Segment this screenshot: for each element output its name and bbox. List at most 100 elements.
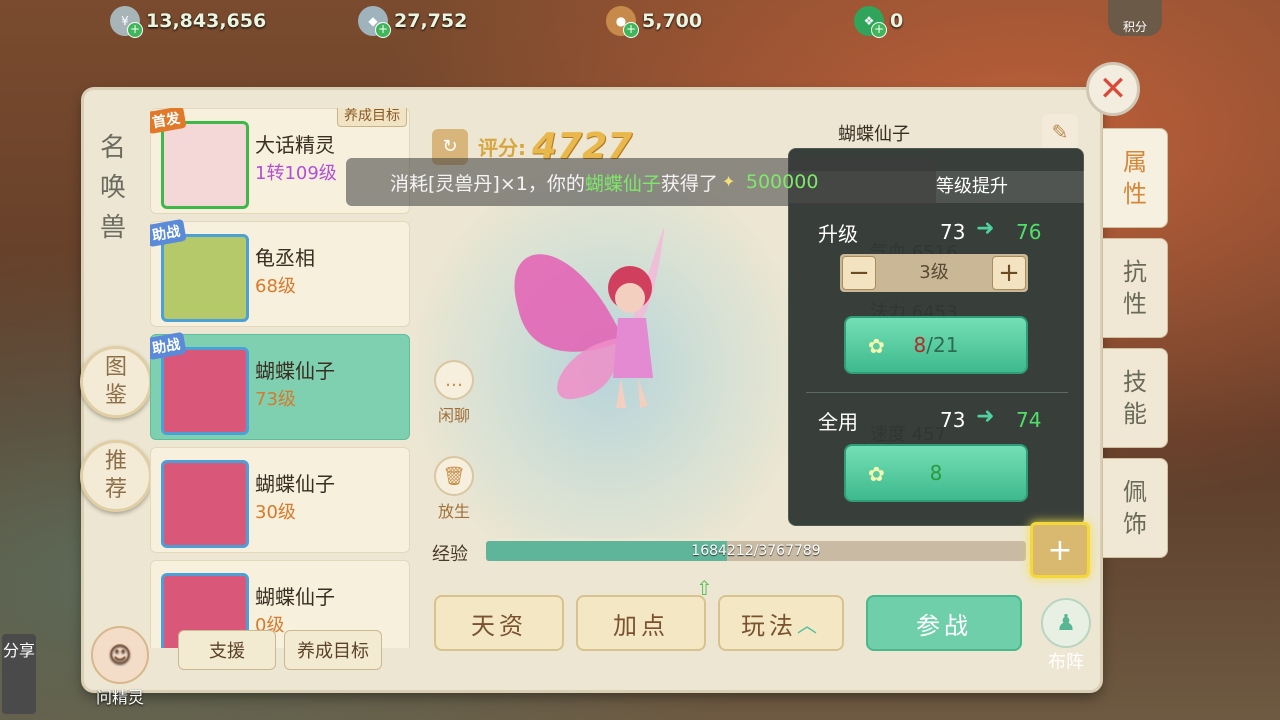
chat-icon: …	[434, 360, 474, 400]
ingot-value: 27,752	[394, 10, 468, 32]
tab-accessories[interactable]: 佩饰	[1102, 458, 1168, 558]
close-button[interactable]: ✕	[1086, 62, 1140, 116]
score-label: 评分:	[478, 136, 526, 160]
toast-amount: 500000	[745, 171, 819, 193]
battle-button[interactable]: 参战	[866, 595, 1022, 651]
arrow-right-icon: ➜	[976, 404, 995, 429]
plus-button[interactable]: +	[992, 256, 1026, 290]
tab-label: 饰	[1123, 510, 1147, 538]
pet-pill-icon: ✿	[868, 334, 885, 358]
popup-divider	[806, 392, 1068, 393]
tab-label: 能	[1123, 400, 1147, 428]
use-all-cost: 8	[929, 461, 943, 485]
goal-tag: 养成目标	[337, 108, 407, 127]
tab-label: 技	[1123, 368, 1147, 396]
pet-title: 蝴蝶仙子	[838, 124, 910, 145]
ingot-resource[interactable]: ◆ 27,752	[358, 6, 468, 38]
coin-value: 5,700	[642, 10, 703, 32]
pet-avatar	[161, 121, 249, 209]
points-label: 积分	[1122, 20, 1147, 34]
ask-spirit-label: 问精灵	[95, 688, 144, 707]
rename-button[interactable]: ✎	[1042, 114, 1078, 150]
trash-icon: 🗑	[434, 456, 474, 496]
chat-button[interactable]: … 闲聊	[432, 360, 476, 426]
jade-resource[interactable]: ❖ 0	[854, 6, 903, 38]
pet-level: 73级	[255, 389, 296, 410]
upgrade-label: 升级	[818, 222, 858, 246]
gameplay-label: 玩法	[741, 611, 797, 640]
silver-coin-icon: ¥	[110, 6, 143, 38]
release-button[interactable]: 🗑 放生	[432, 456, 476, 522]
handbook-button[interactable]: 图 鉴	[80, 346, 152, 418]
recommend-label-2: 荐	[104, 477, 127, 502]
silver-resource[interactable]: ¥ 13,843,656	[110, 6, 267, 38]
tab-label: 性	[1123, 180, 1147, 208]
silver-value: 13,843,656	[146, 10, 267, 32]
points-button[interactable]: 积分	[1108, 0, 1162, 36]
formation-label: 布阵	[1048, 652, 1084, 673]
growth-goal-button[interactable]: 养成目标	[284, 630, 382, 670]
pet-card-2[interactable]: 助战 龟丞相 68级	[150, 218, 410, 327]
upgrade-to: 76	[1016, 220, 1042, 244]
tab-label: 性	[1123, 290, 1147, 318]
minus-button[interactable]: −	[842, 256, 876, 290]
support-button[interactable]: 支援	[178, 630, 276, 670]
gameplay-button[interactable]: 玩法 ︿	[718, 595, 844, 651]
pet-card-4[interactable]: 蝴蝶仙子 30级	[150, 447, 410, 553]
exp-icon: ✦	[721, 172, 736, 191]
formation-button[interactable]: ♟ 布阵	[1040, 598, 1092, 674]
tab-attributes[interactable]: 属性	[1102, 128, 1168, 228]
toast-pet: 蝴蝶仙子	[584, 172, 661, 195]
tab-resistance[interactable]: 抗性	[1102, 238, 1168, 338]
tab-label: 抗	[1123, 258, 1147, 286]
pet-name: 蝴蝶仙子	[255, 585, 335, 609]
upgrade-from: 73	[940, 220, 966, 244]
recommend-button[interactable]: 推 荐	[80, 440, 152, 512]
toast-mid: 获得了	[660, 172, 718, 195]
pet-level: 30级	[255, 502, 296, 523]
pet-name: 蝴蝶仙子	[255, 472, 335, 496]
use-all-from: 73	[940, 408, 966, 432]
jade-icon: ❖	[854, 6, 887, 38]
ask-spirit-button[interactable]: ☺ 问精灵	[88, 626, 152, 708]
close-icon: ✕	[1098, 69, 1128, 109]
tab-label: 属	[1123, 148, 1147, 176]
tab-label: 佩	[1123, 478, 1147, 506]
plus-icon: +	[1047, 532, 1073, 568]
pet-card-3[interactable]: 助战 蝴蝶仙子 73级	[150, 331, 410, 440]
stepper-value: 3级	[919, 262, 949, 283]
tab-skills[interactable]: 技能	[1102, 348, 1168, 448]
handbook-label-1: 图	[104, 355, 127, 380]
add-exp-button[interactable]: +	[1030, 522, 1090, 578]
talent-button[interactable]: 天资	[434, 595, 564, 651]
formation-icon: ♟	[1041, 598, 1091, 648]
pencil-icon: ✎	[1051, 120, 1069, 144]
copper-coin-icon: ●	[606, 6, 639, 38]
release-label: 放生	[437, 502, 470, 521]
chat-label: 闲聊	[437, 406, 470, 425]
coin-resource[interactable]: ● 5,700	[606, 6, 703, 38]
sidebar-title: 名唤兽	[99, 133, 126, 243]
use-all-to: 74	[1016, 408, 1042, 432]
share-button[interactable]: 分享	[2, 634, 36, 714]
use-all-confirm-button[interactable]: ✿ 8	[844, 444, 1028, 502]
exp-text: 1684212/3767789	[691, 543, 821, 559]
recommend-label-1: 推	[104, 449, 127, 474]
pet-name: 大话精灵	[255, 133, 335, 157]
pet-avatar	[161, 347, 249, 435]
resource-bar: ¥ 13,843,656 ◆ 27,752 ● 5,700 ❖ 0 积分	[0, 0, 1280, 42]
chevron-up-icon: ︿	[797, 612, 821, 637]
upgrade-confirm-button[interactable]: ✿ 8/21	[844, 316, 1028, 374]
cost-have: 8	[913, 333, 927, 357]
pet-level: 68级	[255, 276, 296, 297]
pet-pill-icon: ✿	[868, 462, 885, 486]
add-points-button[interactable]: 加点	[576, 595, 706, 651]
toast-prefix: 消耗[灵兽丹]×1，你的	[390, 172, 585, 195]
handbook-label-2: 鉴	[104, 383, 127, 408]
spirit-avatar-icon: ☺	[91, 626, 149, 684]
level-stepper: − 3级 +	[840, 254, 1028, 292]
use-all-label: 全用	[818, 410, 858, 434]
pet-level: 1转109级	[255, 163, 337, 184]
popup-header: 等级提升	[936, 176, 1008, 197]
pet-name: 蝴蝶仙子	[255, 359, 335, 383]
